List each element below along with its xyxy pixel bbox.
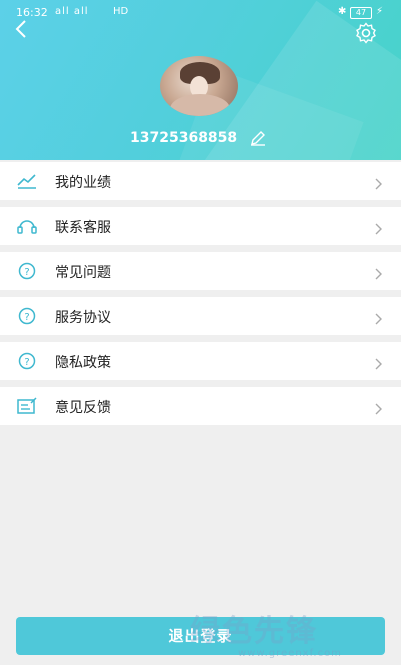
chevron-right-icon xyxy=(375,175,383,190)
avatar[interactable] xyxy=(160,56,238,116)
svg-text:?: ? xyxy=(24,312,29,323)
trend-icon xyxy=(16,172,38,190)
menu-item-feedback[interactable]: 意见反馈 xyxy=(0,387,401,425)
battery-icon: 47 xyxy=(350,7,372,19)
feedback-icon xyxy=(16,397,38,415)
settings-button[interactable] xyxy=(354,21,378,45)
svg-text:?: ? xyxy=(24,357,29,368)
menu-item-label: 服务协议 xyxy=(55,310,111,326)
network-label: HD xyxy=(113,6,129,17)
username-row: 13725368858 xyxy=(130,128,280,148)
menu-item-label: 意见反馈 xyxy=(55,400,111,416)
bluetooth-icon: ✱ xyxy=(338,6,347,17)
watermark-url: www.greenxf.com xyxy=(238,648,342,659)
chevron-right-icon xyxy=(375,265,383,280)
svg-text:?: ? xyxy=(24,267,29,278)
menu-item-label: 联系客服 xyxy=(55,220,111,236)
pencil-icon xyxy=(251,131,265,146)
back-button[interactable] xyxy=(12,18,34,40)
chevron-right-icon xyxy=(375,310,383,325)
edit-username-button[interactable] xyxy=(250,130,266,146)
menu-item-service-agreement[interactable]: ? 服务协议 xyxy=(0,297,401,335)
menu-item-performance[interactable]: 我的业绩 xyxy=(0,162,401,200)
question-icon: ? xyxy=(16,307,38,325)
menu-item-label: 我的业绩 xyxy=(55,175,111,191)
watermark: 绿色先锋 www.greenxf.com xyxy=(190,606,341,659)
signal-icon: all all xyxy=(55,6,89,17)
menu-item-contact-service[interactable]: 联系客服 xyxy=(0,207,401,245)
chevron-right-icon xyxy=(375,355,383,370)
chevron-right-icon xyxy=(375,220,383,235)
status-bar: 16:32 all all HD ✱ 47 ⚡ xyxy=(0,0,401,24)
chevron-right-icon xyxy=(375,400,383,415)
profile-header: 16:32 all all HD ✱ 47 ⚡ 13725368858 xyxy=(0,0,401,160)
gear-icon xyxy=(356,22,376,44)
question-icon: ? xyxy=(16,262,38,280)
menu-item-faq[interactable]: ? 常见问题 xyxy=(0,252,401,290)
question-icon: ? xyxy=(16,352,38,370)
chevron-left-icon xyxy=(15,20,26,38)
username: 13725368858 xyxy=(130,130,238,146)
headset-icon xyxy=(16,217,38,235)
menu-item-label: 隐私政策 xyxy=(55,355,111,371)
menu-item-privacy-policy[interactable]: ? 隐私政策 xyxy=(0,342,401,380)
charging-icon: ⚡ xyxy=(376,6,384,17)
menu-item-label: 常见问题 xyxy=(55,265,111,281)
watermark-text: 绿色先锋 xyxy=(190,614,318,649)
